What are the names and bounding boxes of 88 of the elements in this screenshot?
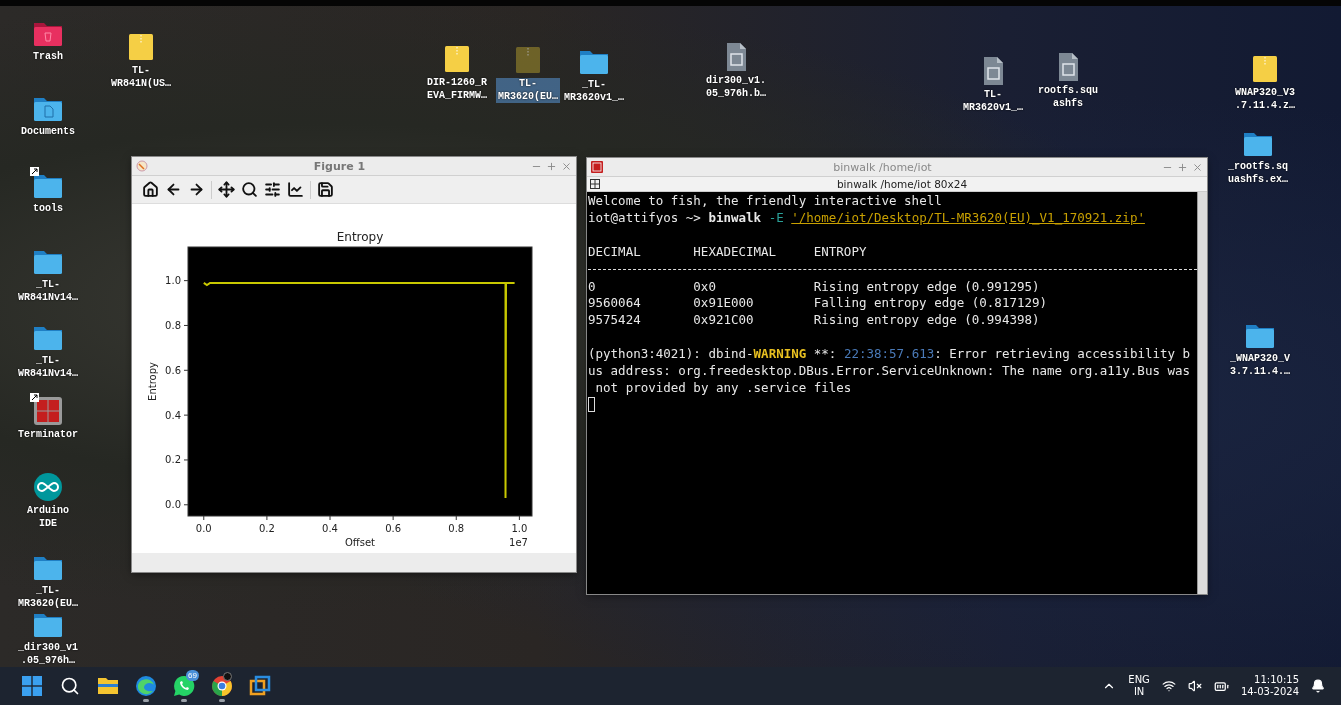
desktop-icon-label[interactable]: _rootfs.sq uashfs.ex… (1226, 161, 1290, 186)
chart-title: Entropy (336, 230, 384, 244)
clock[interactable]: 11:10:15 14-03-2024 (1238, 674, 1301, 698)
move-arrows-icon[interactable] (218, 181, 235, 198)
notification-bell-icon[interactable] (1311, 679, 1325, 693)
close-icon[interactable] (1192, 161, 1203, 173)
table-cell-text: 0x921C00 (693, 312, 755, 330)
desktop-icon-label[interactable]: Trash (31, 51, 65, 64)
tick-label: 0.4 (322, 523, 338, 534)
window-title: binwalk /home/iot (832, 160, 933, 174)
tick-label: 1.0 (511, 523, 528, 534)
close-icon[interactable] (561, 160, 572, 172)
tick-label: 0.2 (258, 523, 275, 534)
terminal-output-line: Welcome to fish, the friendly interactive shell (588, 193, 943, 210)
scrollbar[interactable] (1197, 192, 1207, 594)
table-cell-text: 9560064 (588, 295, 642, 313)
desktop-icon-label[interactable]: rootfs.squ ashfs (1036, 85, 1100, 110)
desktop-icon-label[interactable]: _WNAP320_V 3.7.11.4.… (1228, 353, 1292, 378)
notification-count: 69 (186, 670, 199, 681)
desktop-icon-label[interactable]: Arduino IDE (25, 505, 71, 530)
round-browser-icon (211, 675, 233, 697)
column-header: HEXADECIMAL (693, 243, 778, 261)
chat-bubble-icon (173, 675, 195, 697)
muted-speaker-icon[interactable] (1187, 679, 1202, 693)
warning-message: (python3:4021): dbind-WARNING **: 22:38:57.613: Error retrieving accessibility bus address: org.freedesktop.DBus.Error.ServiceUnknown: The name org.a11y.Bus was not provided by any .service files (588, 346, 1192, 397)
sliders-icon[interactable] (264, 181, 281, 198)
desktop-icon-label[interactable]: WNAP320_V3 .7.11.4.z… (1233, 87, 1297, 112)
app-icon (136, 160, 148, 172)
desktop-icon-label[interactable]: Documents (19, 126, 77, 139)
zoom-icon[interactable] (241, 181, 258, 198)
wifi-icon[interactable] (1161, 679, 1176, 693)
text-cursor (588, 396, 595, 412)
table-cell-text: 9575424 (588, 312, 642, 330)
terminal-app-icon (591, 161, 603, 173)
table-cell-text: 0x0 (693, 278, 717, 296)
tick-label: 0.6 (165, 364, 181, 376)
infinity-logo-icon (33, 472, 63, 502)
language-indicator[interactable]: ENG IN (1126, 674, 1152, 698)
back-arrow-icon[interactable] (165, 181, 182, 198)
command-line: iot@attifyos ~> binwalk -E '/home/iot/Desktop/TL-MR3620(EU)_V1_170921.zip' (588, 209, 1146, 227)
desktop-icon-label[interactable]: dir300_v1. 05_976h.b… (704, 75, 768, 100)
maximize-icon[interactable] (1177, 161, 1188, 173)
tick-label: 1.0 (165, 275, 181, 287)
table-cell: Rising entropy edge (0.991295) (813, 278, 1040, 296)
desktop-icon-label[interactable]: TL- MR3620v1_… (961, 89, 1025, 114)
tick-label: 0.2 (165, 454, 181, 466)
tick-label: 0.0 (165, 499, 181, 511)
maximize-icon[interactable] (546, 160, 557, 172)
archive-icon (442, 44, 472, 74)
archive-icon (1250, 54, 1280, 84)
desktop-icon-label[interactable]: _dir300_v1 .05_976h… (16, 642, 80, 667)
tick-label: 0.8 (448, 523, 465, 534)
stacked-squares-icon (249, 675, 271, 697)
window-title: Figure 1 (312, 159, 367, 173)
save-icon[interactable] (317, 181, 334, 198)
split-grid-icon (590, 179, 600, 189)
table-cell: Rising entropy edge (0.994398) (813, 312, 1040, 330)
search-icon (60, 676, 80, 696)
desktop-icon-label[interactable]: TL- WR841N(US… (109, 65, 173, 90)
tick-label: 0.4 (165, 409, 181, 421)
column-header: DECIMAL (588, 243, 642, 261)
tick-label: 0.6 (385, 523, 402, 534)
table-cell-text: 0x91E000 (693, 295, 755, 313)
tick-label: 0.0 (195, 523, 212, 534)
archive-icon (126, 32, 156, 62)
axis-label: Offset (345, 537, 375, 548)
desktop-icon-label[interactable]: DIR-1260_R EVA_FIRMW… (425, 77, 489, 102)
desktop-icon-label[interactable]: TL- MR3620(EU… (496, 78, 560, 103)
offset-label: 1e7 (509, 537, 528, 548)
terminal-grid-icon (33, 396, 63, 426)
table-cell: Falling entropy edge (0.817129) (813, 295, 1048, 313)
desktop-icon-label[interactable]: _TL- WR841Nv14… (16, 279, 80, 304)
folder-icon (97, 676, 119, 696)
desktop-icon-label[interactable]: _TL- WR841Nv14… (16, 355, 80, 380)
desktop-icon-label[interactable]: tools (31, 203, 65, 216)
forward-arrow-icon[interactable] (188, 181, 205, 198)
axis-label: Entropy (147, 362, 158, 401)
table-cell-text: 0 (588, 278, 597, 296)
desktop-icon-label[interactable]: _TL- MR3620v1_… (562, 79, 626, 104)
line-chart-icon[interactable] (287, 181, 304, 198)
archive-icon (513, 45, 543, 75)
four-squares-icon (22, 676, 42, 696)
desktop-icon-label[interactable]: _TL- MR3620(EU… (16, 585, 80, 610)
desktop-icon-label[interactable]: Terminator (16, 429, 80, 442)
home-icon[interactable] (142, 181, 159, 198)
tick-label: 0.8 (165, 319, 181, 331)
column-header: ENTROPY (813, 243, 867, 261)
browser-icon (135, 675, 157, 697)
